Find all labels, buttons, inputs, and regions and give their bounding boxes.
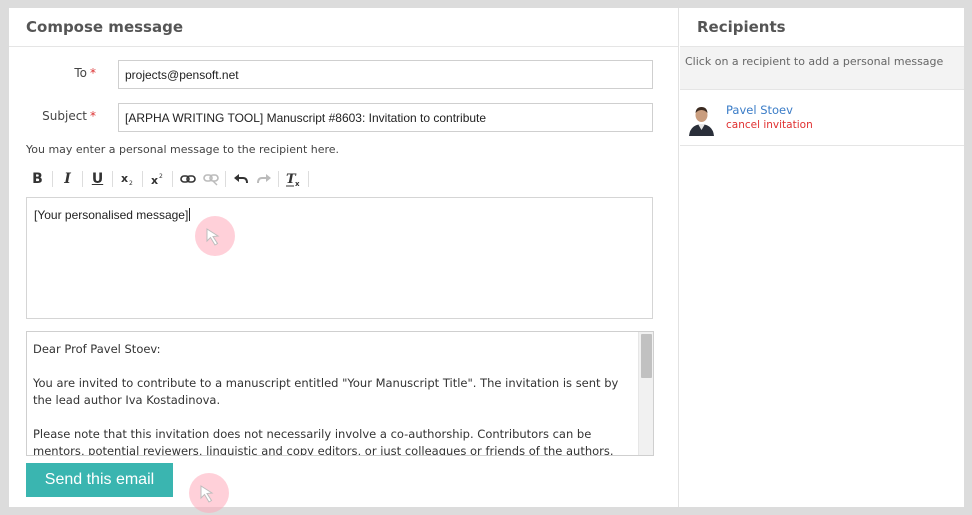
personal-message-editor[interactable]: [Your personalised message] xyxy=(26,197,653,319)
required-mark: * xyxy=(90,109,96,123)
toolbar-divider xyxy=(172,171,173,187)
avatar xyxy=(685,103,718,136)
to-field[interactable] xyxy=(118,60,653,89)
remove-format-icon[interactable]: Tx xyxy=(282,168,305,190)
cancel-invitation-link[interactable]: cancel invitation xyxy=(726,119,813,131)
italic-button[interactable]: I xyxy=(56,168,79,190)
toolbar-divider xyxy=(112,171,113,187)
recipients-title: Recipients xyxy=(680,8,964,47)
send-email-button[interactable]: Send this email xyxy=(26,463,173,497)
mouse-cursor-icon xyxy=(189,473,229,513)
subscript-icon[interactable]: x2 xyxy=(116,168,139,190)
recipient-item[interactable]: Pavel Stoev cancel invitation xyxy=(680,90,964,146)
toolbar-divider xyxy=(52,171,53,187)
svg-text:2: 2 xyxy=(129,180,133,186)
toolbar-divider xyxy=(225,171,226,187)
scrollbar-thumb[interactable] xyxy=(641,334,652,378)
svg-text:x: x xyxy=(121,172,128,185)
template-greeting: Dear Prof Pavel Stoev: xyxy=(33,342,161,356)
svg-text:x: x xyxy=(295,180,300,187)
page: Compose message To* Subject* You may ent… xyxy=(9,8,964,513)
template-paragraph: You are invited to contribute to a manus… xyxy=(33,376,619,407)
text-caret xyxy=(189,208,191,221)
redo-icon[interactable] xyxy=(252,168,275,190)
editor-text: [Your personalised message] xyxy=(34,208,189,222)
superscript-icon[interactable]: x2 xyxy=(146,168,169,190)
toolbar-divider xyxy=(82,171,83,187)
personal-message-hint: You may enter a personal message to the … xyxy=(26,143,340,156)
toolbar-divider xyxy=(142,171,143,187)
recipients-panel: Recipients Click on a recipient to add a… xyxy=(680,8,964,507)
toolbar-divider xyxy=(308,171,309,187)
underline-button[interactable]: U xyxy=(86,168,109,190)
undo-icon[interactable] xyxy=(229,168,252,190)
subject-field[interactable] xyxy=(118,103,653,132)
recipients-hint: Click on a recipient to add a personal m… xyxy=(680,47,964,90)
bold-button[interactable]: B xyxy=(26,168,49,190)
svg-text:2: 2 xyxy=(159,173,163,180)
unlink-icon[interactable] xyxy=(199,168,222,190)
template-scrollbar[interactable] xyxy=(638,332,653,455)
required-mark: * xyxy=(90,66,96,80)
template-paragraph: Please note that this invitation does no… xyxy=(33,427,614,456)
link-icon[interactable] xyxy=(176,168,199,190)
toolbar-divider xyxy=(278,171,279,187)
compose-panel: Compose message To* Subject* You may ent… xyxy=(9,8,679,513)
compose-title: Compose message xyxy=(9,8,678,47)
subject-label: Subject * xyxy=(42,109,96,123)
email-template-body[interactable]: Dear Prof Pavel Stoev: You are invited t… xyxy=(26,331,654,456)
to-label: To * xyxy=(74,66,96,80)
svg-text:x: x xyxy=(151,174,158,186)
recipient-name-link[interactable]: Pavel Stoev xyxy=(726,103,793,117)
editor-toolbar: B I U x2 x2 T x xyxy=(26,168,312,190)
mouse-cursor-icon xyxy=(195,216,235,256)
